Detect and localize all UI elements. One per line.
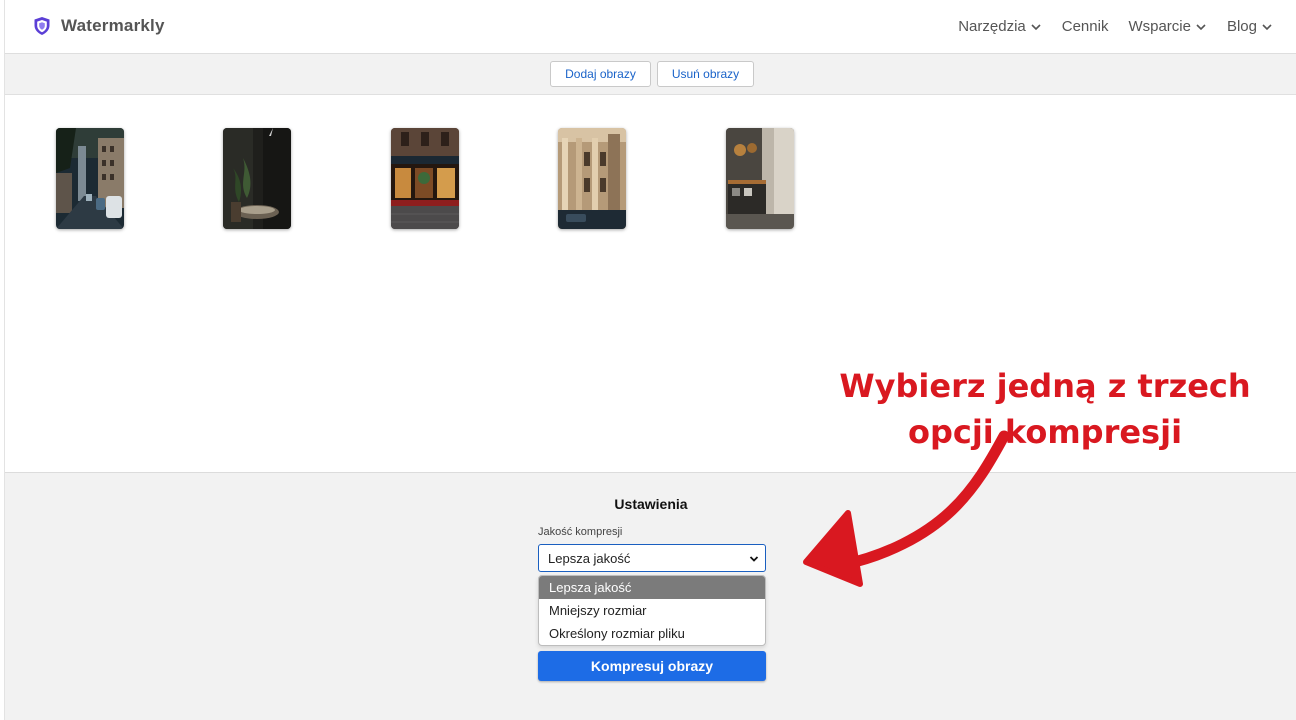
option-specific-file-size[interactable]: Określony rozmiar pliku — [539, 622, 765, 645]
nav-label: Wsparcie — [1128, 18, 1191, 35]
image-thumbnail-interior[interactable] — [223, 128, 291, 229]
image-gallery: Wybierz jedną z trzech opcji kompresji — [5, 95, 1296, 472]
compression-options-dropdown: Lepsza jakość Mniejszy rozmiar Określony… — [538, 575, 766, 646]
main-nav: Narzędzia Cennik Wsparcie Blog — [938, 18, 1273, 35]
add-images-button[interactable]: Dodaj obrazy — [550, 61, 651, 87]
nav-item-cennik[interactable]: Cennik — [1062, 18, 1109, 35]
image-thumbnail-street[interactable] — [56, 128, 124, 229]
app-frame: Watermarkly Narzędzia Cennik Wsparcie Bl… — [4, 0, 1296, 720]
shield-logo-icon — [34, 17, 50, 35]
compress-images-button[interactable]: Kompresuj obrazy — [538, 651, 766, 681]
chevron-down-icon — [1262, 23, 1272, 30]
nav-label: Blog — [1226, 18, 1257, 35]
option-better-quality[interactable]: Lepsza jakość — [539, 576, 765, 599]
settings-panel: Ustawienia Jakość kompresji Lepsza jakoś… — [5, 472, 1296, 720]
image-thumbnail-shop[interactable] — [391, 128, 459, 229]
nav-label: Narzędzia — [958, 18, 1026, 35]
compression-quality-select[interactable]: Lepsza jakość — [538, 544, 766, 572]
compression-quality-label: Jakość kompresji — [538, 526, 623, 538]
image-thumbnail-building[interactable] — [558, 128, 626, 229]
toolbar: Dodaj obrazy Usuń obrazy — [5, 54, 1296, 95]
chevron-down-icon — [1031, 23, 1041, 30]
site-header: Watermarkly Narzędzia Cennik Wsparcie Bl… — [5, 0, 1296, 54]
nav-item-blog[interactable]: Blog — [1227, 18, 1273, 35]
annotation-line-2: opcji kompresji — [907, 413, 1183, 451]
annotation-line-1: Wybierz jedną z trzech — [839, 367, 1251, 405]
image-thumbnail-cafe[interactable] — [726, 128, 794, 229]
chevron-down-icon — [1196, 23, 1206, 30]
remove-images-button[interactable]: Usuń obrazy — [657, 61, 754, 87]
nav-label: Cennik — [1061, 18, 1109, 35]
option-smaller-size[interactable]: Mniejszy rozmiar — [539, 599, 765, 622]
nav-item-wsparcie[interactable]: Wsparcie — [1128, 18, 1207, 35]
settings-title: Ustawienia — [614, 496, 688, 512]
select-value: Lepsza jakość — [548, 550, 631, 566]
nav-item-narzedzia[interactable]: Narzędzia — [958, 18, 1042, 35]
logo[interactable]: Watermarkly — [33, 16, 165, 36]
chevron-down-icon — [749, 556, 759, 562]
logo-text: Watermarkly — [61, 16, 165, 35]
instruction-annotation: Wybierz jedną z trzech opcji kompresji — [825, 363, 1265, 455]
